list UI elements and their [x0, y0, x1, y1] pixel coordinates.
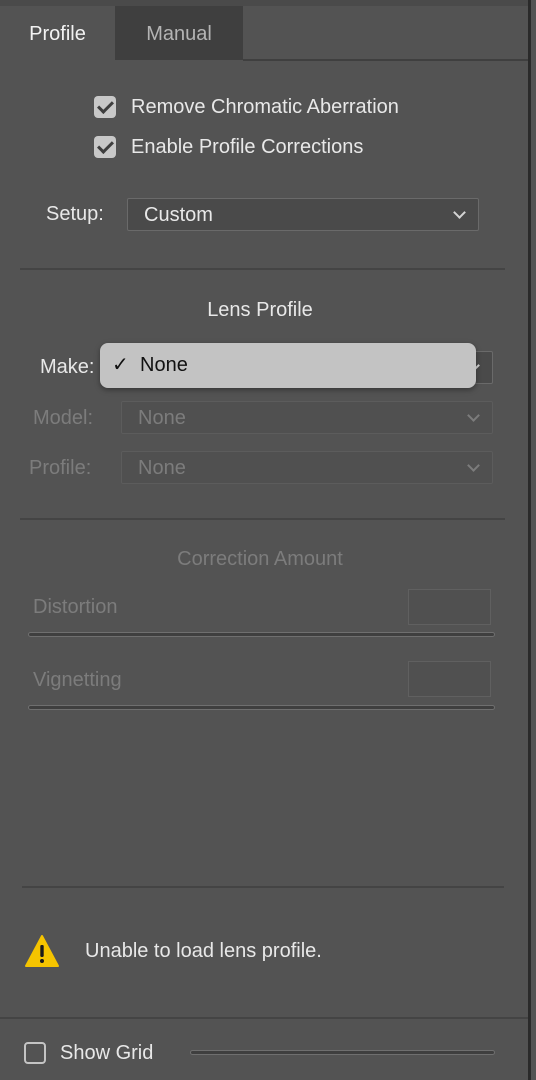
- make-option-none[interactable]: None: [140, 352, 188, 378]
- footer-divider: [0, 1017, 528, 1019]
- distortion-slider[interactable]: [28, 632, 495, 637]
- enable-profile-corrections-checkbox[interactable]: [94, 136, 116, 158]
- grid-size-slider[interactable]: [190, 1050, 495, 1055]
- enable-profile-corrections-label[interactable]: Enable Profile Corrections: [131, 136, 363, 159]
- model-select[interactable]: None: [121, 401, 493, 434]
- vignetting-label: Vignetting: [33, 669, 122, 691]
- setup-select[interactable]: Custom: [127, 198, 479, 231]
- show-grid-label[interactable]: Show Grid: [60, 1042, 153, 1065]
- make-dropdown-menu: ✓ None: [100, 343, 476, 388]
- panel-right-border: [528, 0, 531, 1080]
- tab-profile[interactable]: Profile: [0, 6, 115, 60]
- setup-select-value: Custom: [144, 204, 213, 226]
- make-label: Make:: [40, 356, 95, 378]
- checkmark-icon: ✓: [112, 354, 129, 376]
- remove-chromatic-aberration-label[interactable]: Remove Chromatic Aberration: [131, 96, 399, 119]
- chevron-down-icon: [467, 409, 480, 422]
- section-divider: [20, 268, 505, 270]
- chevron-down-icon: [467, 459, 480, 472]
- tab-bar-rule: [243, 59, 528, 61]
- profile-select-value: None: [138, 457, 186, 479]
- chevron-down-icon: [453, 206, 466, 219]
- vignetting-value-field[interactable]: [408, 661, 491, 697]
- model-select-value: None: [138, 407, 186, 429]
- tab-manual[interactable]: Manual: [115, 6, 243, 60]
- section-divider: [20, 518, 505, 520]
- model-label: Model:: [33, 407, 94, 429]
- profile-label: Profile:: [29, 457, 92, 479]
- warning-triangle-icon: [25, 935, 59, 967]
- setup-label: Setup:: [46, 203, 104, 225]
- lens-corrections-panel: Profile Manual Remove Chromatic Aberrati…: [0, 0, 536, 1080]
- section-divider: [22, 886, 504, 888]
- lens-profile-heading: Lens Profile: [207, 299, 313, 321]
- distortion-label: Distortion: [33, 596, 118, 618]
- show-grid-checkbox[interactable]: [24, 1042, 46, 1064]
- correction-amount-heading: Correction Amount: [177, 548, 343, 570]
- remove-chromatic-aberration-checkbox[interactable]: [94, 96, 116, 118]
- distortion-value-field[interactable]: [408, 589, 491, 625]
- vignetting-slider[interactable]: [28, 705, 495, 710]
- profile-select[interactable]: None: [121, 451, 493, 484]
- warning-message: Unable to load lens profile.: [85, 940, 322, 962]
